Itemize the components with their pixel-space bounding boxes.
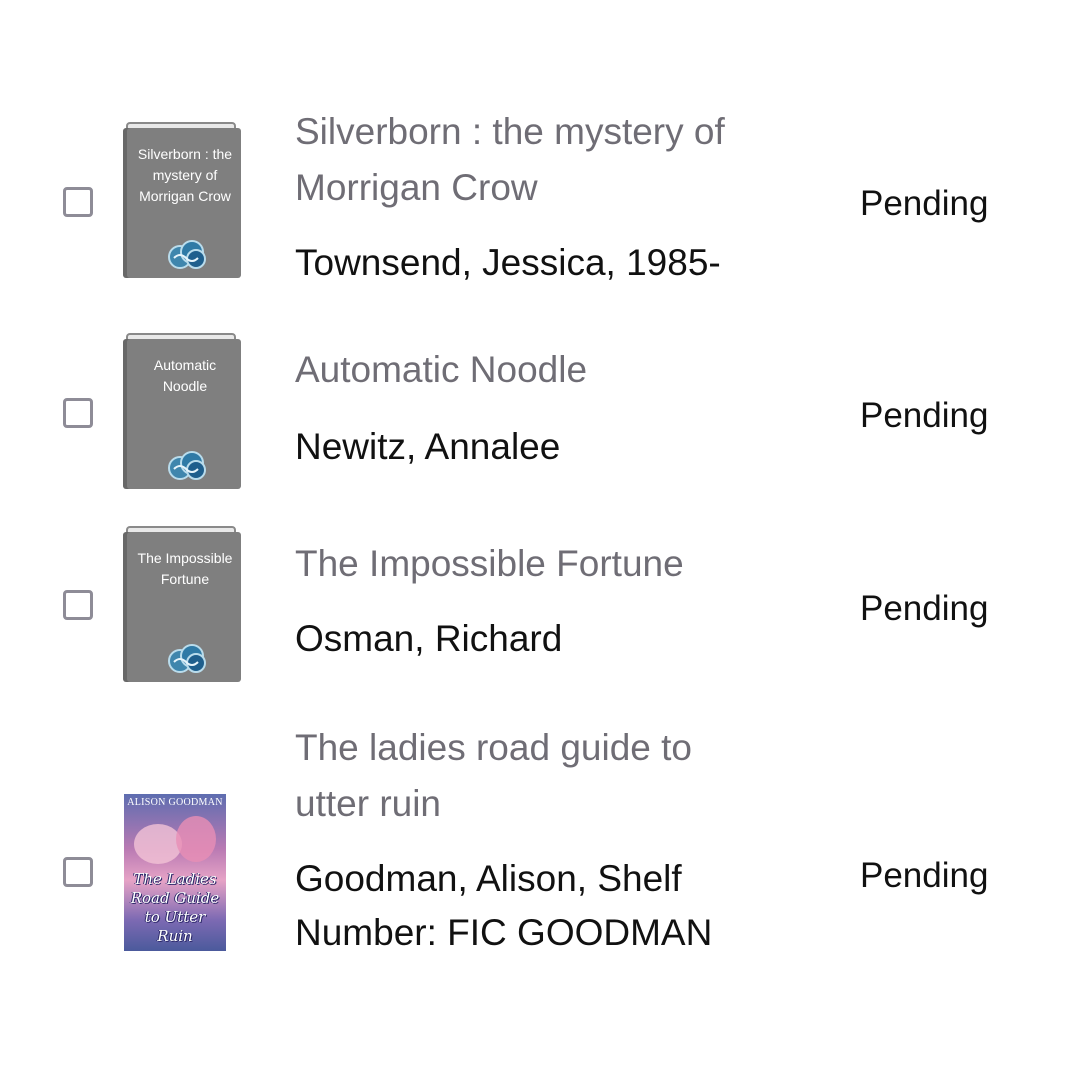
library-logo-icon (168, 644, 206, 673)
select-checkbox[interactable] (63, 857, 93, 887)
book-cover-placeholder[interactable]: The Impossible Fortune (123, 526, 243, 684)
book-title[interactable]: The Impossible Fortune (295, 536, 795, 592)
library-logo-icon (168, 451, 206, 480)
book-cover-placeholder[interactable]: Silverborn : the mystery of Morrigan Cro… (123, 122, 243, 280)
hold-status: Pending (860, 856, 989, 895)
hold-status: Pending (860, 396, 989, 435)
book-title[interactable]: Automatic Noodle (295, 342, 795, 398)
book-front: Automatic Noodle (123, 339, 241, 489)
book-title[interactable]: Silverborn : the mystery of Morrigan Cro… (295, 104, 795, 216)
library-logo-icon (168, 240, 206, 269)
cover-author: ALISON GOODMAN (127, 797, 223, 808)
select-checkbox[interactable] (63, 187, 93, 217)
book-author: Townsend, Jessica, 1985- (295, 242, 721, 283)
cover-art-shape (176, 816, 216, 862)
cover-art-shape (134, 824, 182, 864)
hold-status: Pending (860, 184, 989, 223)
book-front: The Impossible Fortune (123, 532, 241, 682)
cover-title: Silverborn : the mystery of Morrigan Cro… (137, 146, 233, 204)
book-author: Osman, Richard (295, 618, 563, 659)
book-cover-image[interactable]: ALISON GOODMAN The Ladies Road Guide to … (124, 794, 226, 951)
book-author: Newitz, Annalee (295, 426, 561, 467)
cover-title: Automatic Noodle (153, 357, 217, 394)
book-author: Goodman, Alison, Shelf Number: FIC GOODM… (295, 858, 713, 953)
book-front: Silverborn : the mystery of Morrigan Cro… (123, 128, 241, 278)
select-checkbox[interactable] (63, 590, 93, 620)
book-title[interactable]: The ladies road guide to utter ruin (295, 720, 755, 832)
hold-status: Pending (860, 589, 989, 628)
book-cover-placeholder[interactable]: Automatic Noodle (123, 333, 243, 491)
cover-title: The Impossible Fortune (137, 550, 233, 587)
cover-title: The Ladies Road Guide to Utter Ruin (130, 870, 220, 945)
select-checkbox[interactable] (63, 398, 93, 428)
